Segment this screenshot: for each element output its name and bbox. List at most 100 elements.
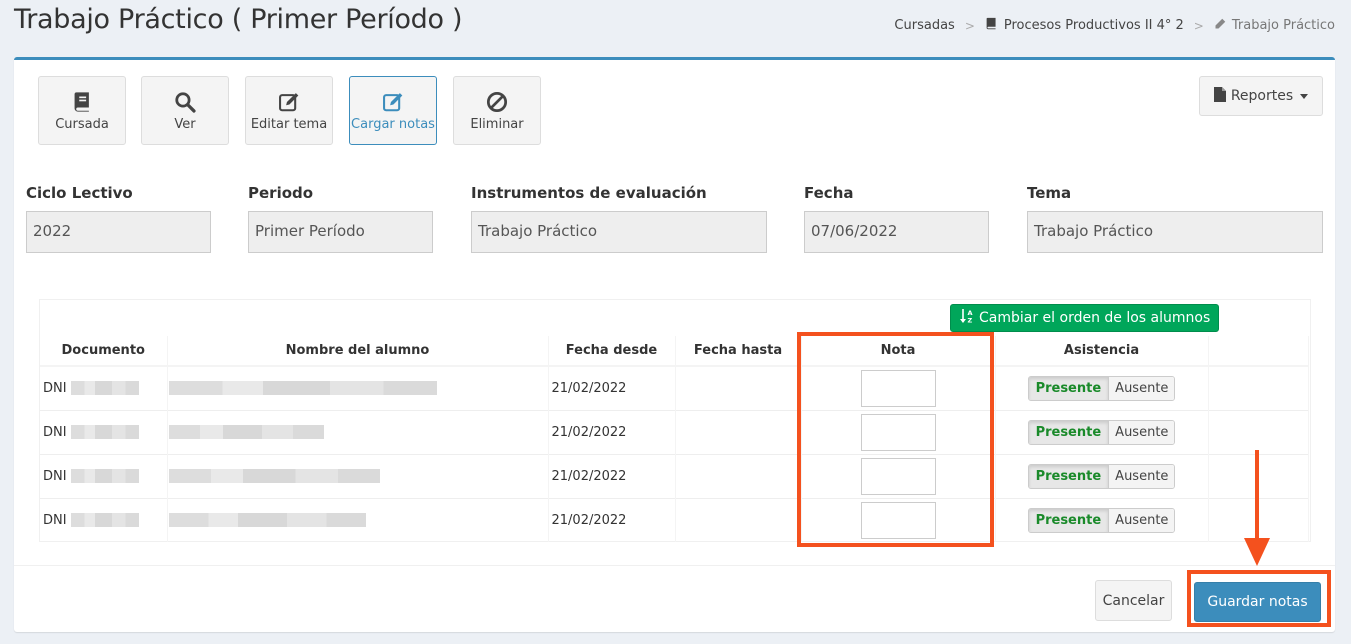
redacted-document — [70, 425, 139, 439]
periodo-input: Primer Período — [248, 211, 433, 253]
ausente-button[interactable]: Ausente — [1109, 464, 1175, 488]
table-row: DNI 21/02/2022 Presente Ausente — [40, 453, 1309, 498]
tema-input: Trabajo Práctico — [1027, 211, 1323, 253]
book-icon — [985, 17, 998, 34]
page-header: Trabajo Práctico ( Primer Período ) Curs… — [0, 0, 1351, 58]
fecha-desde-cell: 21/02/2022 — [548, 453, 676, 498]
redacted-name — [168, 469, 380, 483]
editar-tema-button[interactable]: Editar tema — [245, 76, 333, 145]
attendance-toggle: Presente Ausente — [1027, 419, 1176, 445]
field-instrumentos: Instrumentos de evaluación Trabajo Práct… — [471, 184, 767, 253]
nombre-cell — [167, 409, 549, 454]
pencil-icon — [1214, 18, 1226, 34]
file-icon — [1213, 86, 1226, 106]
eliminar-label: Eliminar — [470, 117, 524, 132]
presente-button[interactable]: Presente — [1028, 508, 1110, 532]
caret-down-icon — [1300, 93, 1309, 99]
field-label: Fecha — [804, 184, 854, 202]
asistencia-cell: Presente Ausente — [995, 453, 1209, 498]
documento-cell: DNI — [40, 453, 168, 498]
students-table: Documento Nombre del alumno Fecha desde … — [40, 336, 1309, 542]
field-label: Periodo — [248, 184, 314, 202]
documento-cell: DNI — [40, 409, 168, 454]
nombre-cell — [167, 453, 549, 498]
column-header-documento: Documento — [40, 336, 168, 367]
cursada-label: Cursada — [55, 117, 109, 132]
redacted-document — [70, 513, 139, 528]
breadcrumb-separator: > — [1193, 18, 1204, 33]
save-button-highlight — [1187, 570, 1331, 627]
breadcrumb: Cursadas > Procesos Productivos II 4° 2 … — [894, 17, 1335, 34]
cargar-notas-label: Cargar notas — [351, 117, 435, 132]
breadcrumb-item-course[interactable]: Procesos Productivos II 4° 2 — [1004, 18, 1184, 33]
ausente-button[interactable]: Ausente — [1109, 508, 1175, 532]
table-row: DNI 21/02/2022 Presente Ausente — [40, 409, 1309, 454]
fecha-hasta-cell — [675, 365, 802, 410]
fecha-input: 07/06/2022 — [804, 211, 989, 253]
redacted-name — [168, 381, 437, 396]
footer-divider — [14, 565, 1335, 566]
book-icon — [71, 91, 93, 113]
presente-button[interactable]: Presente — [1028, 464, 1110, 488]
sort-alpha-icon: AZ — [959, 308, 975, 328]
breadcrumb-item-cursadas[interactable]: Cursadas — [894, 18, 954, 33]
cancel-button[interactable]: Cancelar — [1095, 580, 1172, 621]
field-ciclo-lectivo: Ciclo Lectivo 2022 — [26, 184, 211, 253]
asistencia-cell: Presente Ausente — [995, 365, 1209, 410]
field-label: Tema — [1027, 184, 1072, 202]
field-periodo: Periodo Primer Período — [248, 184, 433, 253]
nota-column-highlight — [797, 332, 994, 547]
asistencia-cell: Presente Ausente — [995, 497, 1209, 542]
table-header-row: Documento Nombre del alumno Fecha desde … — [40, 336, 1309, 367]
empty-cell — [1208, 365, 1309, 410]
redacted-document — [70, 381, 139, 396]
documento-cell: DNI — [40, 365, 168, 410]
fecha-hasta-cell — [675, 453, 802, 498]
edit-icon — [278, 91, 300, 113]
cargar-notas-button[interactable]: Cargar notas — [349, 76, 437, 145]
fecha-hasta-cell — [675, 497, 802, 542]
attendance-toggle: Presente Ausente — [1027, 463, 1176, 489]
instrumentos-input: Trabajo Práctico — [471, 211, 767, 253]
ver-button[interactable]: Ver — [141, 76, 229, 145]
documento-cell: DNI — [40, 497, 168, 542]
reportes-label: Reportes — [1230, 88, 1294, 104]
dni-prefix: DNI — [43, 512, 67, 528]
main-panel: Cursada Ver Editar tema Cargar notas Eli… — [14, 57, 1335, 632]
field-fecha: Fecha 07/06/2022 — [804, 184, 989, 253]
asistencia-cell: Presente Ausente — [995, 409, 1209, 454]
redacted-name — [168, 425, 324, 439]
editar-tema-label: Editar tema — [250, 117, 328, 132]
ban-icon — [486, 91, 508, 113]
dni-prefix: DNI — [43, 468, 67, 484]
column-header-nombre: Nombre del alumno — [167, 336, 549, 367]
attendance-toggle: Presente Ausente — [1027, 375, 1176, 401]
breadcrumb-separator: > — [964, 18, 975, 33]
cursada-button[interactable]: Cursada — [38, 76, 126, 145]
presente-button[interactable]: Presente — [1028, 420, 1110, 444]
dni-prefix: DNI — [43, 424, 67, 440]
edit-icon — [382, 91, 404, 113]
field-tema: Tema Trabajo Práctico — [1027, 184, 1323, 253]
ausente-button[interactable]: Ausente — [1109, 376, 1175, 400]
redacted-document — [70, 469, 139, 483]
change-order-button[interactable]: AZ Cambiar el orden de los alumnos — [950, 304, 1220, 332]
change-order-label: Cambiar el orden de los alumnos — [979, 310, 1211, 326]
presente-button[interactable]: Presente — [1028, 376, 1110, 400]
nombre-cell — [167, 365, 549, 410]
column-header-asistencia: Asistencia — [995, 336, 1209, 367]
column-header-fecha-desde: Fecha desde — [548, 336, 676, 367]
empty-cell — [1208, 409, 1309, 454]
attendance-toggle: Presente Ausente — [1027, 507, 1176, 533]
ciclo-lectivo-input: 2022 — [26, 211, 211, 253]
fecha-desde-cell: 21/02/2022 — [548, 497, 676, 542]
fecha-desde-cell: 21/02/2022 — [548, 365, 676, 410]
ausente-button[interactable]: Ausente — [1109, 420, 1175, 444]
reportes-dropdown-button[interactable]: Reportes — [1199, 76, 1323, 116]
field-label: Instrumentos de evaluación — [471, 184, 707, 202]
dni-prefix: DNI — [43, 380, 67, 396]
fecha-hasta-cell — [675, 409, 802, 454]
eliminar-button[interactable]: Eliminar — [453, 76, 541, 145]
table-row: DNI 21/02/2022 Presente Ausente — [40, 497, 1309, 542]
search-icon — [174, 91, 196, 113]
